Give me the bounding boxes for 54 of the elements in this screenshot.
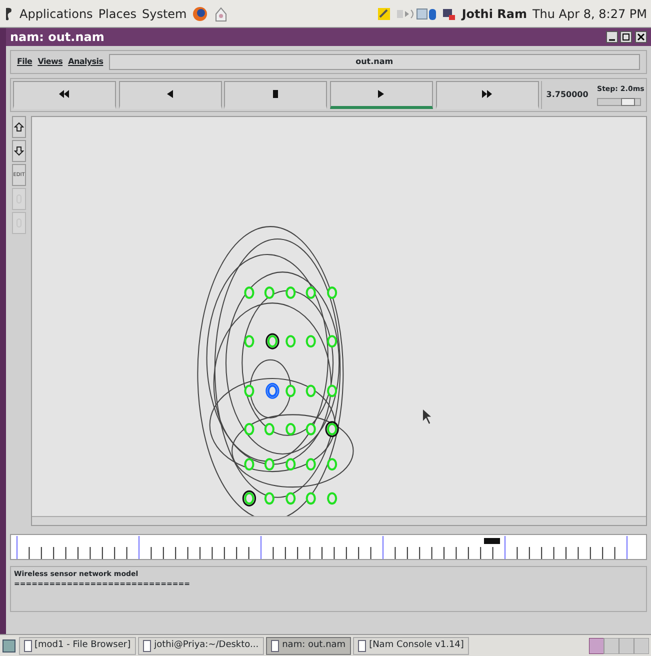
panel-menu[interactable]: System bbox=[142, 4, 187, 22]
time-readout: 3.750000 bbox=[546, 89, 588, 101]
zoom-in-button[interactable] bbox=[12, 116, 26, 138]
network-icon[interactable] bbox=[442, 6, 456, 20]
maximize-icon bbox=[622, 32, 630, 41]
taskbar-label: nam: out.nam bbox=[282, 638, 346, 652]
zoom-out-button[interactable] bbox=[12, 140, 26, 162]
rewind-icon bbox=[58, 88, 70, 99]
show-desktop-icon[interactable] bbox=[2, 638, 16, 654]
forward-icon bbox=[481, 88, 494, 99]
rewind-button[interactable] bbox=[13, 81, 116, 109]
clock[interactable]: Thu Apr 8, 8:27 PM bbox=[532, 4, 647, 22]
close-icon bbox=[637, 32, 645, 41]
play-button[interactable] bbox=[330, 81, 433, 109]
taskbar-label: jothi@Priya:~/Deskto... bbox=[154, 638, 259, 652]
note-icon[interactable] bbox=[377, 6, 392, 20]
close-button[interactable] bbox=[635, 31, 647, 43]
window-title: nam: out.nam bbox=[10, 29, 104, 46]
step-back-button[interactable] bbox=[118, 81, 222, 109]
menu-item[interactable]: Views bbox=[38, 56, 63, 68]
fast-forward-button[interactable] bbox=[436, 81, 539, 109]
workspace-switcher[interactable] bbox=[589, 638, 649, 654]
taskbar-item[interactable]: jothi@Priya:~/Deskto... bbox=[138, 636, 264, 654]
step-slider[interactable] bbox=[597, 98, 642, 106]
taskbar-item[interactable]: [Nam Console v1.14] bbox=[353, 636, 469, 654]
down-arrow-icon bbox=[14, 146, 24, 156]
timeline[interactable] bbox=[10, 534, 647, 560]
panel-menu[interactable]: Applications bbox=[20, 4, 93, 22]
menu-item[interactable]: Analysis bbox=[68, 56, 104, 68]
window-icon bbox=[24, 640, 32, 652]
mouse-pointer-icon bbox=[422, 410, 431, 424]
minimize-icon bbox=[608, 39, 614, 41]
file-name-field: out.nam bbox=[108, 54, 640, 70]
taskbar-label: [Nam Console v1.14] bbox=[369, 638, 464, 652]
user-name[interactable]: Jothi Ram bbox=[462, 4, 527, 22]
window-icon bbox=[271, 640, 280, 652]
slot-icon bbox=[14, 218, 24, 228]
taskbar-item[interactable]: [mod1 - File Browser] bbox=[18, 636, 136, 654]
window-icon bbox=[358, 640, 366, 652]
minimize-button[interactable] bbox=[606, 31, 618, 43]
up-arrow-icon bbox=[14, 122, 24, 132]
menu-item[interactable]: File bbox=[17, 56, 32, 68]
tray-icons-drawing[interactable] bbox=[396, 6, 437, 20]
stop-button[interactable] bbox=[224, 81, 328, 109]
taskbar-label: [mod1 - File Browser] bbox=[34, 638, 131, 652]
window-icon bbox=[143, 640, 152, 652]
slider-thumb[interactable] bbox=[621, 98, 636, 106]
panel-menu[interactable]: Places bbox=[98, 4, 136, 22]
maximize-button[interactable] bbox=[620, 31, 632, 43]
taskbar-item[interactable]: nam: out.nam bbox=[266, 636, 351, 654]
slot-icon bbox=[14, 194, 24, 204]
browser-icon[interactable] bbox=[192, 6, 208, 22]
time-marker[interactable] bbox=[484, 538, 500, 544]
foot-icon[interactable] bbox=[4, 6, 14, 22]
